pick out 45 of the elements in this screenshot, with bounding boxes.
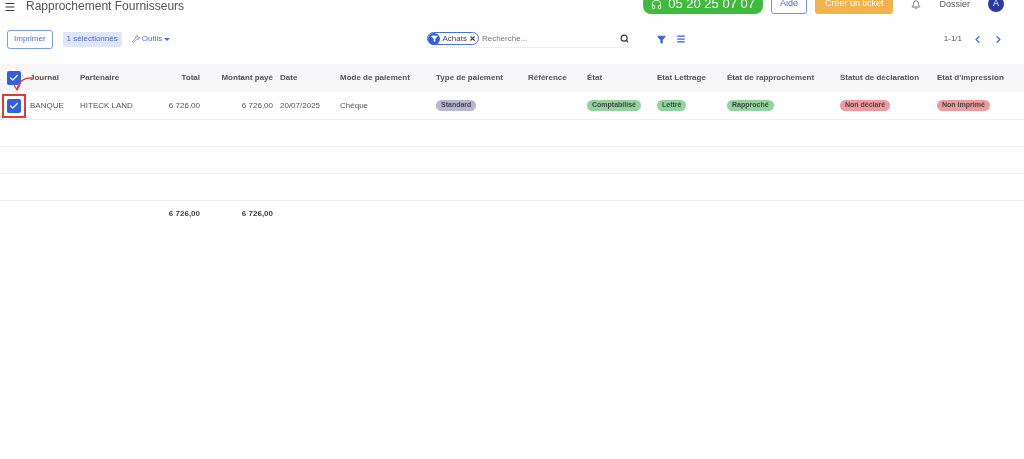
column-header[interactable]: Date	[280, 72, 298, 84]
total-cell: 6 726,00	[241, 208, 273, 220]
check-icon	[9, 73, 19, 83]
user-avatar[interactable]: A	[988, 0, 1004, 12]
table-cell: 20/07/2025	[280, 99, 321, 112]
column-header[interactable]: Référence	[528, 72, 567, 84]
print-button[interactable]: Imprimer	[7, 29, 53, 49]
column-header[interactable]: État	[587, 72, 603, 84]
column-header[interactable]: Partenaire	[80, 72, 120, 84]
checkbox[interactable]	[7, 98, 21, 113]
tools-menu[interactable]: Outils	[131, 33, 171, 45]
menu-icon[interactable]	[4, 1, 16, 13]
pagination-label: 1-1/1	[943, 33, 962, 45]
table-cell: 6 726,00	[241, 99, 273, 112]
table-cell: HITECK LAND	[80, 99, 133, 112]
headset-icon	[651, 0, 663, 10]
column-header[interactable]: État de rapprochement	[727, 72, 815, 84]
search-icon[interactable]	[620, 34, 630, 43]
checkbox[interactable]	[7, 71, 21, 85]
list-icon[interactable]	[676, 34, 687, 44]
help-button[interactable]: Aide	[770, 0, 807, 14]
table-cell: Chèque	[340, 99, 369, 112]
column-header[interactable]: Mode de paiement	[340, 72, 410, 84]
column-header[interactable]: Type de paiement	[436, 72, 503, 84]
column-header[interactable]: Total	[181, 72, 200, 84]
column-header[interactable]: Statut de déclaration	[840, 72, 920, 84]
check-icon	[9, 100, 19, 111]
column-header[interactable]: Etat d'impression	[937, 72, 1004, 84]
close-icon[interactable]	[468, 35, 476, 42]
selection-count: 1 sélectionnés	[62, 31, 122, 47]
caret-icon	[164, 37, 171, 41]
bell-icon[interactable]	[911, 0, 922, 10]
wrench-icon	[131, 35, 140, 43]
total-cell: 6 726,00	[168, 208, 200, 220]
table-cell: 6 726,00	[168, 99, 200, 112]
filter-icon	[430, 35, 438, 42]
column-header[interactable]: Journal	[30, 72, 59, 84]
folder-menu[interactable]: Dossier	[939, 0, 970, 12]
column-header[interactable]: Montant payé	[221, 72, 273, 84]
table-cell: BANQUE	[30, 99, 64, 112]
next-icon[interactable]	[993, 33, 1004, 45]
page-title: Rapprochement Fournisseurs	[26, 0, 185, 12]
search-field[interactable]: Achats Recherche...	[427, 30, 630, 48]
filter-icon[interactable]	[657, 34, 667, 44]
column-header[interactable]: Etat Lettrage	[657, 72, 706, 84]
